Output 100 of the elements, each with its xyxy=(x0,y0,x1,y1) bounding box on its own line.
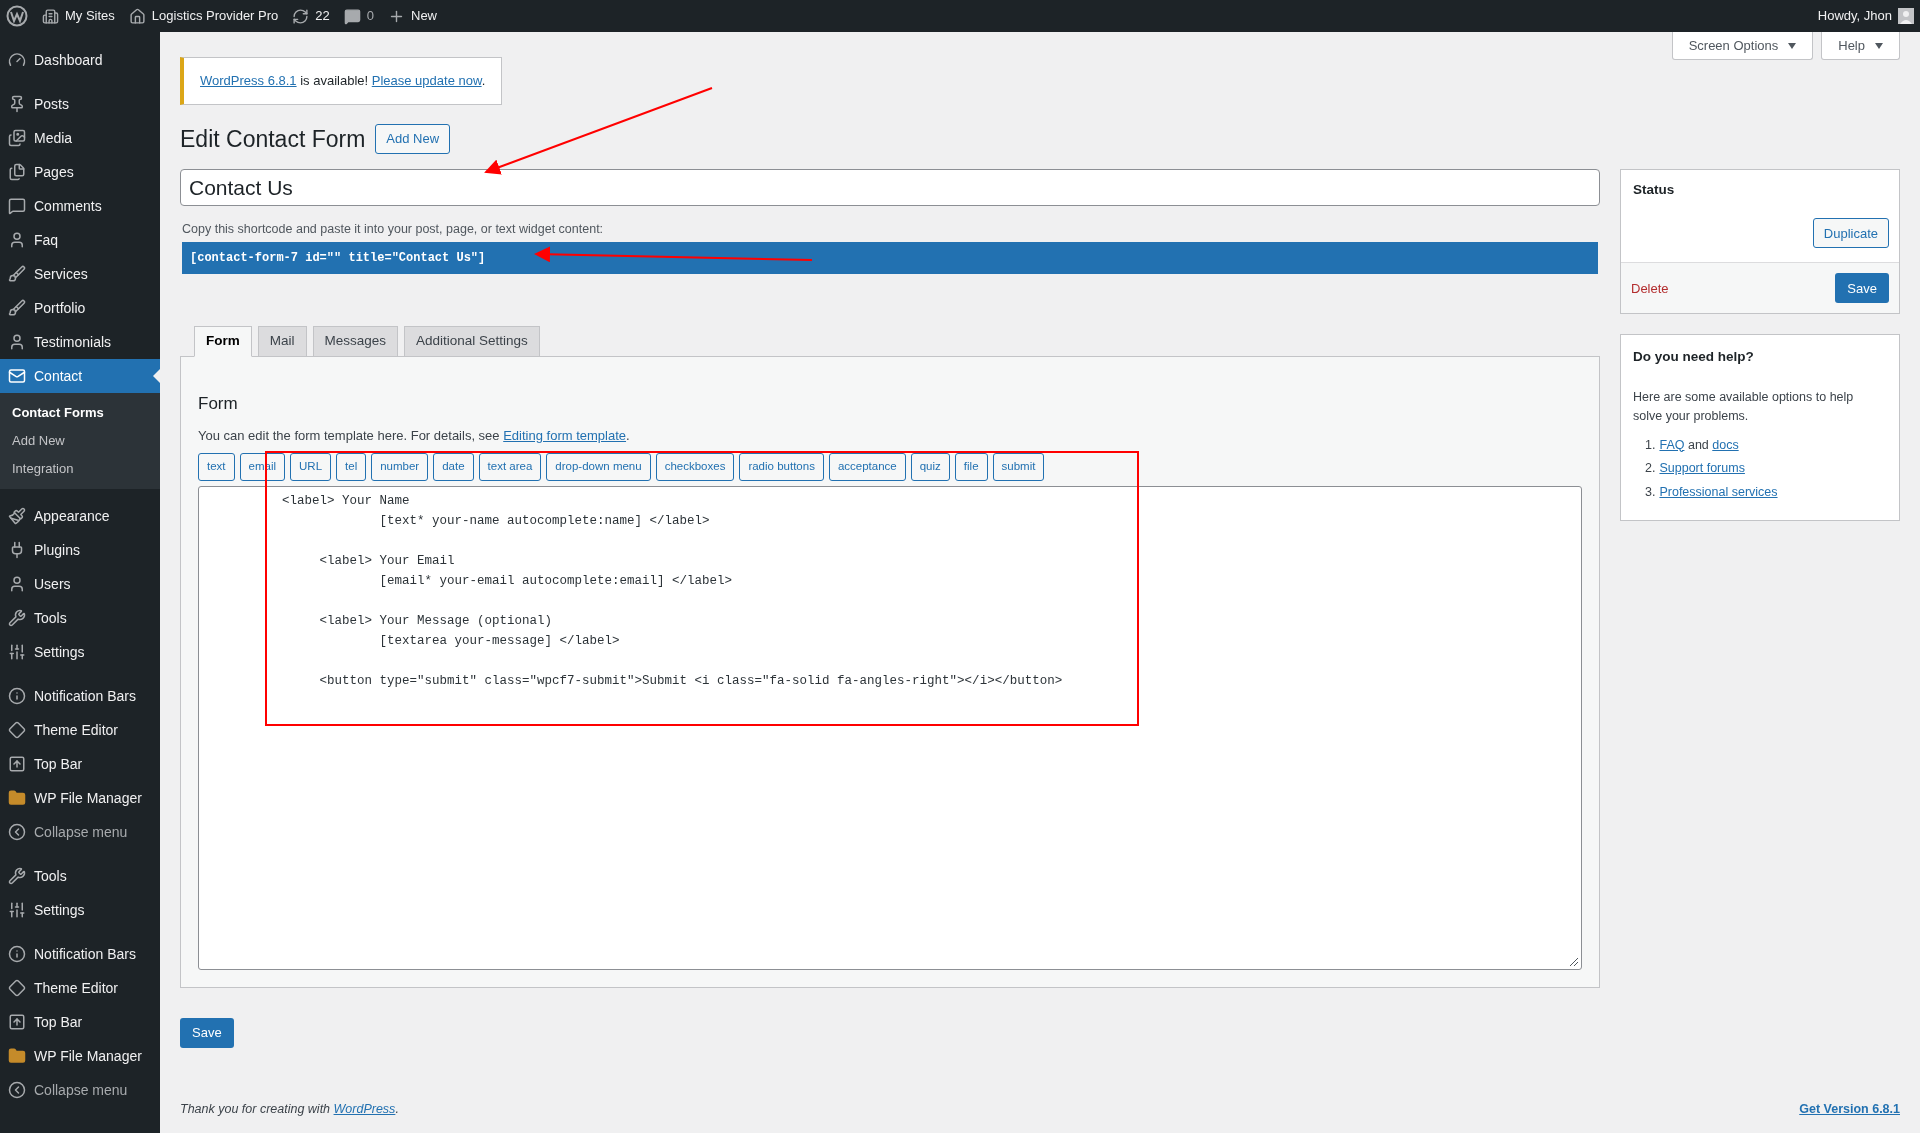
help-link[interactable]: FAQ xyxy=(1659,435,1685,455)
tab[interactable]: Form xyxy=(194,325,252,357)
sidebar-item[interactable]: Media xyxy=(0,121,160,155)
collapse-icon xyxy=(8,823,26,841)
sidebar-item[interactable]: Collapse menu xyxy=(0,1073,160,1107)
screen-meta-toggle[interactable]: Screen Options xyxy=(1671,32,1814,60)
tag-generator-button[interactable]: text area xyxy=(478,452,542,481)
tag-generator-button[interactable]: submit xyxy=(992,452,1045,481)
submenu-item[interactable]: Add New xyxy=(0,427,160,455)
page-title: Edit Contact Form xyxy=(180,124,366,154)
sidebar-item[interactable]: Theme Editor xyxy=(0,713,160,747)
tab[interactable]: Messages xyxy=(312,325,399,357)
sidebar-item[interactable]: Testimonials xyxy=(0,325,160,359)
sidebar-item[interactable]: Pages xyxy=(0,155,160,189)
tag-generator-button[interactable]: file xyxy=(954,452,988,481)
admin-bar-item[interactable]: New xyxy=(388,6,437,26)
wordpress-logo-icon[interactable] xyxy=(6,5,28,27)
admin-bar-item[interactable]: 0 xyxy=(343,6,374,26)
sidebar-item[interactable]: Settings xyxy=(0,635,160,669)
user-icon xyxy=(8,231,26,249)
info-icon xyxy=(8,687,26,705)
list-number: 1. xyxy=(1645,436,1656,454)
tag-generator-button[interactable]: date xyxy=(433,452,474,481)
sidebar-item[interactable]: Settings xyxy=(0,893,160,927)
version-link[interactable]: WordPress 6.8.1 xyxy=(200,73,297,88)
sidebar-item[interactable]: Tools xyxy=(0,601,160,635)
shortcode-field[interactable]: [contact-form-7 id="" title="Contact Us"] xyxy=(182,241,1598,274)
user-icon xyxy=(8,333,26,351)
sidebar-item[interactable]: Services xyxy=(0,257,160,291)
delete-link[interactable]: Delete xyxy=(1631,278,1669,298)
tag-generator-button[interactable]: acceptance xyxy=(828,452,906,481)
list-number: 2. xyxy=(1645,460,1656,478)
caret-icon xyxy=(1875,42,1883,49)
paintbrush-icon xyxy=(8,507,26,525)
sliders-icon xyxy=(8,901,26,919)
collapse-icon xyxy=(8,1081,26,1099)
sidebar-item[interactable]: Plugins xyxy=(0,533,160,567)
comment-icon xyxy=(8,197,26,215)
sidebar-item[interactable]: WP File Manager xyxy=(0,781,160,815)
submenu-item[interactable]: Integration xyxy=(0,455,160,483)
resize-handle-icon[interactable] xyxy=(1569,956,1578,966)
tag-generator-button[interactable]: URL xyxy=(290,452,332,481)
sidebar-item[interactable]: Dashboard xyxy=(0,43,160,77)
media-icon xyxy=(8,129,26,147)
wrench-icon xyxy=(8,867,26,885)
template-docs-link[interactable]: Editing form template xyxy=(503,428,627,444)
upload-icon xyxy=(8,755,26,773)
tag-generator-button[interactable]: tel xyxy=(336,452,367,481)
sidebar-item[interactable]: Tools xyxy=(0,859,160,893)
sidebar-item[interactable]: Comments xyxy=(0,189,160,223)
duplicate-button[interactable]: Duplicate xyxy=(1812,218,1889,249)
home-icon xyxy=(128,7,146,25)
shortcode-hint: Copy this shortcode and paste it into your post, page, or text widget content: xyxy=(181,221,605,238)
tab[interactable]: Mail xyxy=(257,325,307,357)
tab[interactable]: Additional Settings xyxy=(404,325,540,357)
brush-icon xyxy=(8,299,26,317)
help-link[interactable]: docs xyxy=(1712,435,1739,455)
sidebar-item[interactable]: Users xyxy=(0,567,160,601)
tag-generator-button[interactable]: number xyxy=(371,452,429,481)
sidebar-item[interactable]: Top Bar xyxy=(0,1005,160,1039)
admin-bar-item[interactable]: Logistics Provider Pro xyxy=(128,6,279,26)
sidebar-item[interactable]: Top Bar xyxy=(0,747,160,781)
sidebar-item[interactable]: Appearance xyxy=(0,499,160,533)
sliders-icon xyxy=(8,643,26,661)
greeting-text[interactable]: Howdy, Jhon xyxy=(1817,6,1892,26)
tag-generator-button[interactable]: text xyxy=(198,452,235,481)
current-pointer-icon xyxy=(153,369,160,383)
sidebar-item[interactable]: Notification Bars xyxy=(0,679,160,713)
title-field[interactable]: Contact Us xyxy=(180,169,1600,206)
add-new-button[interactable]: Add New xyxy=(375,123,451,154)
update-link[interactable]: Please update now xyxy=(371,73,482,88)
help-title: Do you need help? xyxy=(1633,348,1755,367)
diamond-icon xyxy=(8,721,26,739)
form-template-editor[interactable]: <label> Your Name [text* your-name autocomplete:name] </label> <label> Your Email [email* your-email autocomplete:email] </label> <label> Your Message (optional) [textarea your-message] </label> <button type="submit" class="wpcf7-submit">Submit <i class="fa-solid fa-angles-right"></i></button> xyxy=(198,485,1582,970)
footer-thanks: Thank you for creating with WordPress. xyxy=(180,1101,399,1119)
help-text: Here are some available options to help solve your problems. xyxy=(1633,388,1855,425)
sidebar-item[interactable]: Contact xyxy=(0,359,160,393)
pin-icon xyxy=(8,95,26,113)
admin-bar-item[interactable]: My Sites xyxy=(42,6,115,26)
admin-bar-item[interactable]: 22 xyxy=(292,6,330,26)
tag-generator-button[interactable]: checkboxes xyxy=(655,452,735,481)
screen-meta-toggle[interactable]: Help xyxy=(1821,32,1900,60)
sidebar-item[interactable]: Theme Editor xyxy=(0,971,160,1005)
save-button[interactable]: Save xyxy=(180,1017,234,1048)
get-version-link[interactable]: Get Version 6.8.1 xyxy=(1799,1100,1900,1119)
sidebar-item[interactable]: Notification Bars xyxy=(0,937,160,971)
pages-icon xyxy=(8,163,26,181)
help-link[interactable]: Support forums xyxy=(1659,459,1745,478)
list-number: 3. xyxy=(1645,484,1656,501)
tag-generator-button[interactable]: quiz xyxy=(910,452,950,481)
tag-generator-button[interactable]: drop-down menu xyxy=(546,452,651,481)
sidebar-item[interactable]: WP File Manager xyxy=(0,1039,160,1073)
sidebar-item[interactable]: Posts xyxy=(0,87,160,121)
status-save-button[interactable]: Save xyxy=(1835,273,1889,304)
help-link[interactable]: Professional services xyxy=(1659,483,1778,502)
sidebar-item[interactable]: Collapse menu xyxy=(0,815,160,849)
tag-generator-button[interactable]: radio buttons xyxy=(739,452,824,481)
sidebar-item[interactable]: Portfolio xyxy=(0,291,160,325)
sidebar-item[interactable]: Faq xyxy=(0,223,160,257)
submenu-item[interactable]: Contact Forms xyxy=(0,399,160,427)
